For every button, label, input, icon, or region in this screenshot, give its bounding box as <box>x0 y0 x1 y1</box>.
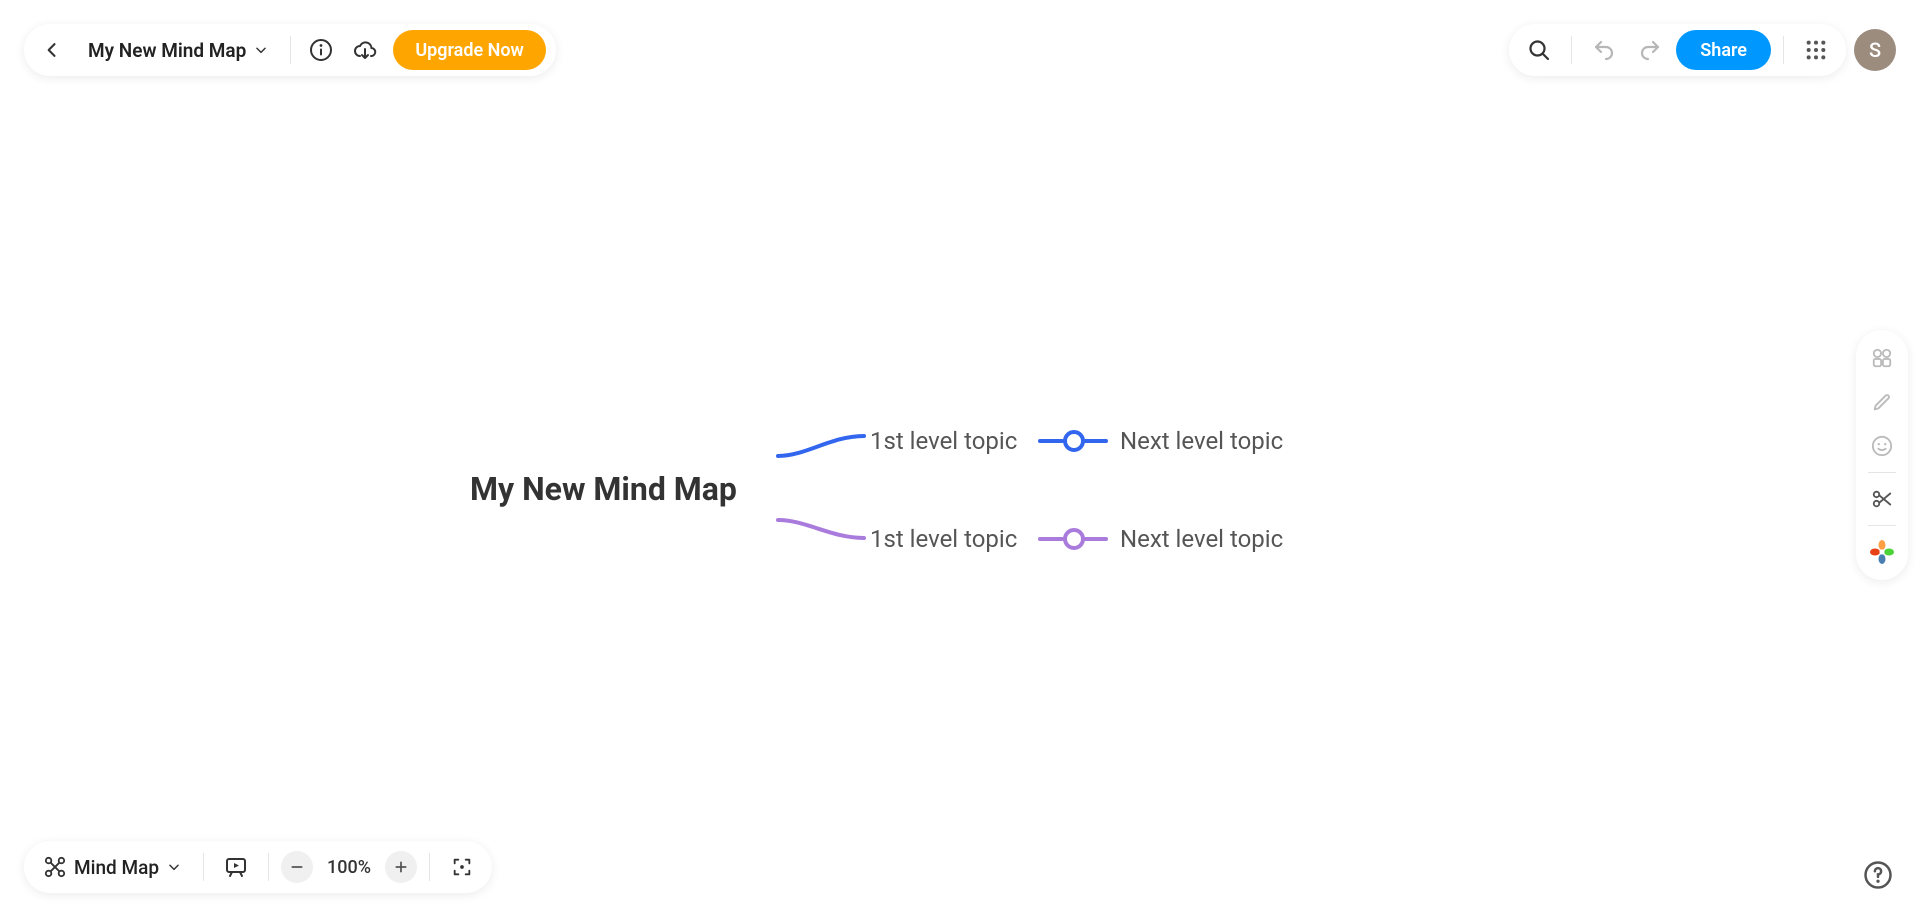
zoom-controls: 100% <box>281 851 417 883</box>
branch-connector-node-icon <box>1038 428 1108 454</box>
branch-connector-icon <box>776 516 866 546</box>
top-right-pill: Share <box>1509 24 1846 76</box>
download-button[interactable] <box>345 32 385 68</box>
cloud-download-icon <box>353 38 377 62</box>
branch-1-child-topic[interactable]: Next level topic <box>1120 427 1283 455</box>
emoji-tool-button[interactable] <box>1864 428 1900 464</box>
pen-tool-button[interactable] <box>1864 384 1900 420</box>
share-label: Share <box>1700 40 1747 61</box>
zoom-in-button[interactable] <box>385 851 417 883</box>
info-icon <box>309 38 333 62</box>
divider <box>1571 36 1572 64</box>
apps-menu-button[interactable] <box>1796 30 1836 70</box>
emoji-icon <box>1871 435 1893 457</box>
zoom-out-button[interactable] <box>281 851 313 883</box>
fit-screen-icon <box>451 856 473 878</box>
view-mode-dropdown[interactable]: Mind Map <box>34 856 191 879</box>
presentation-button[interactable] <box>216 849 256 885</box>
presentation-icon <box>224 855 248 879</box>
bottom-left-toolbar: Mind Map 100% <box>24 841 492 893</box>
flower-icon <box>1870 540 1894 564</box>
divider <box>203 853 204 881</box>
redo-button[interactable] <box>1630 32 1670 68</box>
scissors-icon <box>1871 488 1893 510</box>
undo-icon <box>1592 38 1616 62</box>
branch-1-topic[interactable]: 1st level topic <box>870 427 1017 455</box>
chevron-down-icon <box>167 860 181 874</box>
top-right-toolbar: Share S <box>1509 24 1896 76</box>
mindmap-canvas[interactable]: My New Mind Map 1st level topic Next lev… <box>0 0 1920 917</box>
user-avatar[interactable]: S <box>1854 29 1896 71</box>
branch-2-child-topic[interactable]: Next level topic <box>1120 525 1283 553</box>
back-button[interactable] <box>32 32 72 68</box>
redo-icon <box>1638 38 1662 62</box>
divider <box>429 853 430 881</box>
search-icon <box>1527 38 1551 62</box>
avatar-initial: S <box>1869 38 1881 62</box>
top-left-toolbar: My New Mind Map Upgrade Now <box>24 24 556 76</box>
apps-grid-icon <box>1805 39 1827 61</box>
zoom-level[interactable]: 100% <box>317 857 381 878</box>
share-button[interactable]: Share <box>1676 30 1771 70</box>
upgrade-label: Upgrade Now <box>415 40 524 61</box>
help-button[interactable] <box>1860 857 1896 893</box>
document-title-dropdown[interactable]: My New Mind Map <box>76 39 280 62</box>
upgrade-button[interactable]: Upgrade Now <box>393 30 546 70</box>
undo-button[interactable] <box>1584 32 1624 68</box>
divider <box>1868 472 1896 473</box>
mindmap-root-topic[interactable]: My New Mind Map <box>470 470 737 508</box>
branch-connector-node-icon <box>1038 526 1108 552</box>
branch-2-topic[interactable]: 1st level topic <box>870 525 1017 553</box>
search-button[interactable] <box>1519 32 1559 68</box>
divider <box>1868 525 1896 526</box>
chevron-left-icon <box>42 40 62 60</box>
minus-icon <box>290 860 304 874</box>
divider <box>290 36 291 64</box>
view-mode-label: Mind Map <box>74 856 159 879</box>
shapes-tool-button[interactable] <box>1864 340 1900 376</box>
divider <box>1783 36 1784 64</box>
divider <box>268 853 269 881</box>
theme-tool-button[interactable] <box>1864 534 1900 570</box>
branch-connector-icon <box>776 430 866 460</box>
pen-icon <box>1871 391 1893 413</box>
chevron-down-icon <box>254 43 268 57</box>
fit-screen-button[interactable] <box>442 849 482 885</box>
mindmap-icon <box>44 856 66 878</box>
help-icon <box>1863 860 1893 890</box>
document-title-text: My New Mind Map <box>88 39 246 62</box>
info-button[interactable] <box>301 32 341 68</box>
cut-tool-button[interactable] <box>1864 481 1900 517</box>
right-side-toolbar <box>1856 330 1908 580</box>
shapes-icon <box>1871 347 1893 369</box>
plus-icon <box>394 860 408 874</box>
